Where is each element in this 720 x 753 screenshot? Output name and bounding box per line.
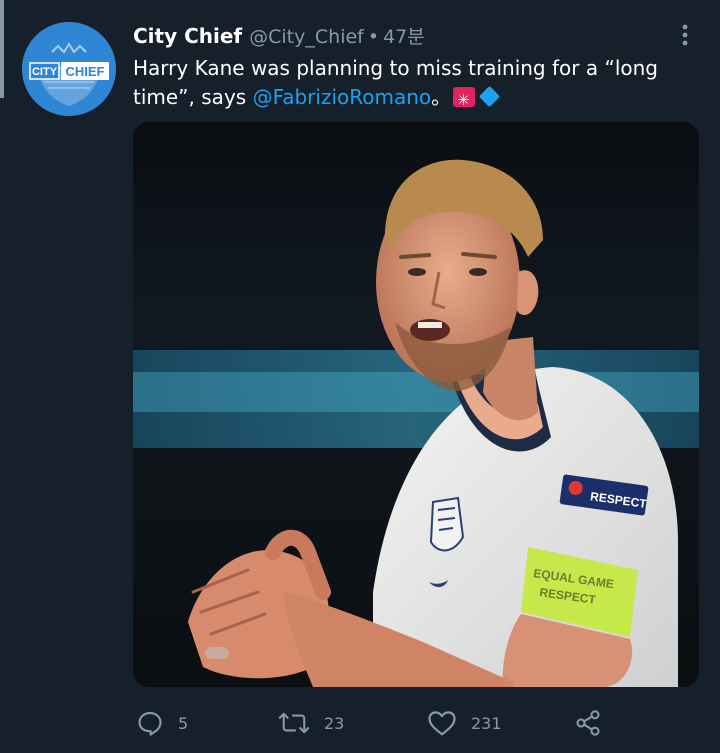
reply-icon <box>138 712 162 736</box>
share-icon <box>576 710 600 736</box>
separator-dot: • <box>367 26 380 48</box>
avatar[interactable]: CITY CHIEF <box>22 22 116 116</box>
tweet-photo[interactable]: RESPECT EQUAL GAME RESPECT <box>133 122 699 687</box>
blue-diamond-emoji-icon <box>479 85 501 108</box>
rotating-light-emoji-icon <box>453 86 476 115</box>
like-count: 231 <box>471 713 502 733</box>
more-options-button[interactable] <box>670 20 700 50</box>
tweet-text: Harry Kane was planning to miss training… <box>133 54 673 115</box>
avatar-text-city: CITY <box>32 66 58 78</box>
tweet-actions: 5 23 231 <box>133 706 613 740</box>
retweet-count: 23 <box>324 713 345 733</box>
user-handle[interactable]: @City_Chief <box>249 26 364 48</box>
retweet-icon <box>278 712 310 734</box>
player-photo: RESPECT EQUAL GAME RESPECT <box>133 122 699 687</box>
more-vertical-icon <box>682 24 688 46</box>
timestamp[interactable]: 47분 <box>383 22 425 49</box>
reply-count: 5 <box>178 713 189 733</box>
share-button[interactable] <box>574 706 602 740</box>
tweet-header: City Chief @City_Chief • 47분 <box>133 22 425 50</box>
heart-icon <box>428 711 456 736</box>
like-button[interactable]: 231 <box>427 706 502 740</box>
retweet-button[interactable]: 23 <box>278 706 344 740</box>
avatar-text-chief: CHIEF <box>66 64 105 79</box>
mention-link[interactable]: @FabrizioRomano <box>253 85 432 109</box>
city-chief-logo: CITY CHIEF <box>22 22 116 116</box>
tweet-text-tail: 。 <box>431 85 452 109</box>
tweet-card[interactable]: CITY CHIEF City Chief @City_Chief • 47분 … <box>0 0 720 753</box>
reply-button[interactable]: 5 <box>136 706 188 740</box>
scroll-edge-indicator <box>0 0 4 98</box>
display-name[interactable]: City Chief <box>133 24 242 48</box>
